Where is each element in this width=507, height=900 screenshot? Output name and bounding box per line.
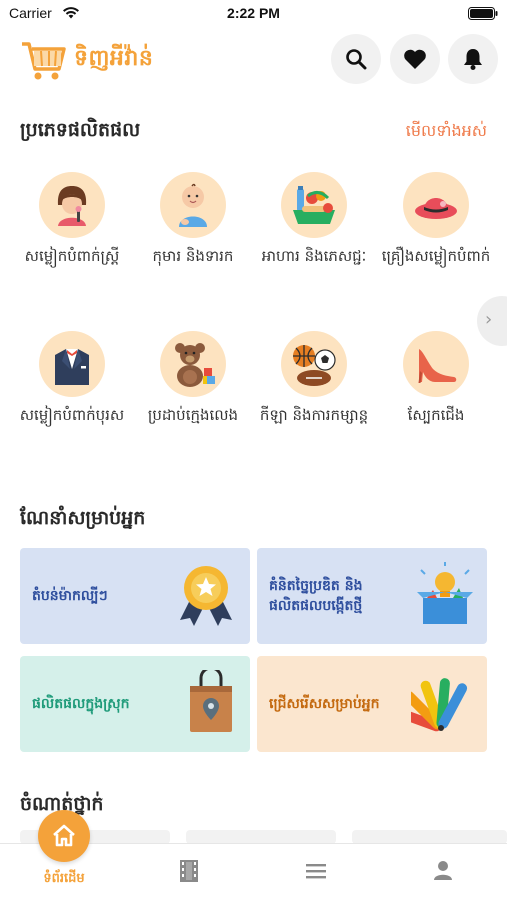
teddy-bear-icon: [175, 343, 215, 387]
search-icon: [346, 49, 367, 70]
category-shoes[interactable]: ស្បែកជើង: [381, 331, 491, 426]
tab-menu[interactable]: [253, 844, 379, 900]
tab-videos[interactable]: [126, 844, 252, 900]
see-all-link[interactable]: មើលទាំងអស់: [406, 120, 487, 144]
category-men-clothing[interactable]: សម្លៀកបំពាក់បុរស: [17, 331, 127, 426]
category-toys[interactable]: ប្រដាប់ក្មេងលេង: [138, 331, 248, 426]
category-label: ប្រដាប់ក្មេងលេង: [147, 406, 239, 424]
color-palette-icon: [411, 678, 468, 732]
category-label: អាហារ និងភេសជ្ជៈ: [261, 247, 367, 265]
hat-icon: [415, 198, 457, 219]
recommend-card-picked-for-you[interactable]: ជ្រើសរើសសម្រាប់អ្នក: [257, 656, 487, 752]
category-women-clothing[interactable]: សម្លៀកបំពាក់ស្រ្តី: [17, 172, 127, 267]
recommend-card-label: គំនិតច្នៃប្រឌិត និងផលិតផលបង្កើតថ្មី: [269, 578, 363, 614]
high-heel-icon: [418, 349, 457, 383]
recommend-card-innovation[interactable]: គំនិតច្នៃប្រឌិត និងផលិតផលបង្កើតថ្មី: [257, 548, 487, 644]
category-label: គ្រឿងសម្លៀកបំពាក់: [381, 247, 491, 265]
recommend-card-label: តំបន់ម៉ាកល្បីៗ: [32, 588, 108, 604]
sports-ball-icon: [293, 345, 336, 386]
app-logo[interactable]: ទិញអីវ៉ាន់: [20, 36, 153, 84]
recommend-card-label: ផលិតផលក្នុងស្រុក: [32, 696, 130, 712]
categories-title: ប្រភេទផលិតផល: [20, 119, 141, 141]
food-icon: [293, 186, 335, 224]
logo-text: ទិញអីវ៉ាន់: [74, 46, 154, 71]
tab-profile[interactable]: [380, 844, 506, 900]
search-button[interactable]: [331, 34, 381, 84]
notifications-button[interactable]: [448, 34, 498, 84]
clock: 2:22 PM: [227, 5, 280, 21]
menu-icon: [306, 864, 326, 879]
category-accessories[interactable]: គ្រឿងសម្លៀកបំពាក់: [381, 172, 491, 267]
category-label: កីឡា និងការកម្សាន្ត: [259, 406, 369, 424]
tab-home-label[interactable]: ទំព័រដើម: [13, 870, 115, 889]
category-sports-entertainment[interactable]: កីឡា និងការកម្សាន្ត: [259, 331, 369, 426]
category-label: កុមារ និងទារក: [152, 247, 234, 265]
ranking-cards-peek: [20, 830, 507, 844]
category-food-drinks[interactable]: អាហារ និងភេសជ្ជៈ: [259, 172, 369, 267]
category-label: សម្លៀកបំពាក់ស្រ្តី: [24, 247, 120, 265]
baby-icon: [179, 183, 207, 227]
recommend-card-label: ជ្រើសរើសសម្រាប់អ្នក: [269, 696, 380, 712]
chevron-right-icon: ›: [485, 309, 493, 330]
app-header: ទិញអីវ៉ាន់: [0, 30, 507, 92]
shopping-bag-icon: [190, 670, 232, 732]
award-medal-icon: [180, 566, 232, 626]
shopping-cart-icon: [22, 42, 66, 80]
recommend-title: ណែនាំសម្រាប់អ្នក: [20, 507, 146, 529]
idea-box-icon: [417, 562, 473, 624]
category-label: ស្បែកជើង: [407, 406, 465, 424]
battery-icon: [468, 7, 498, 20]
recommend-card-brands[interactable]: តំបន់ម៉ាកល្បីៗ: [20, 548, 250, 644]
bell-icon: [464, 49, 482, 70]
category-kids-baby[interactable]: កុមារ និងទារក: [138, 172, 248, 267]
recommend-card-local-products[interactable]: ផលិតផលក្នុងស្រុក: [20, 656, 250, 752]
status-bar: Carrier 2:22 PM: [0, 0, 507, 28]
woman-icon: [57, 186, 87, 226]
film-icon: [180, 860, 198, 882]
profile-icon: [434, 861, 452, 880]
category-label: សម្លៀកបំពាក់បុរស: [19, 406, 125, 424]
tab-home[interactable]: [38, 810, 90, 862]
favorites-button[interactable]: [390, 34, 440, 84]
home-icon: [53, 824, 75, 847]
heart-icon: [404, 49, 426, 69]
suit-icon: [55, 349, 89, 385]
